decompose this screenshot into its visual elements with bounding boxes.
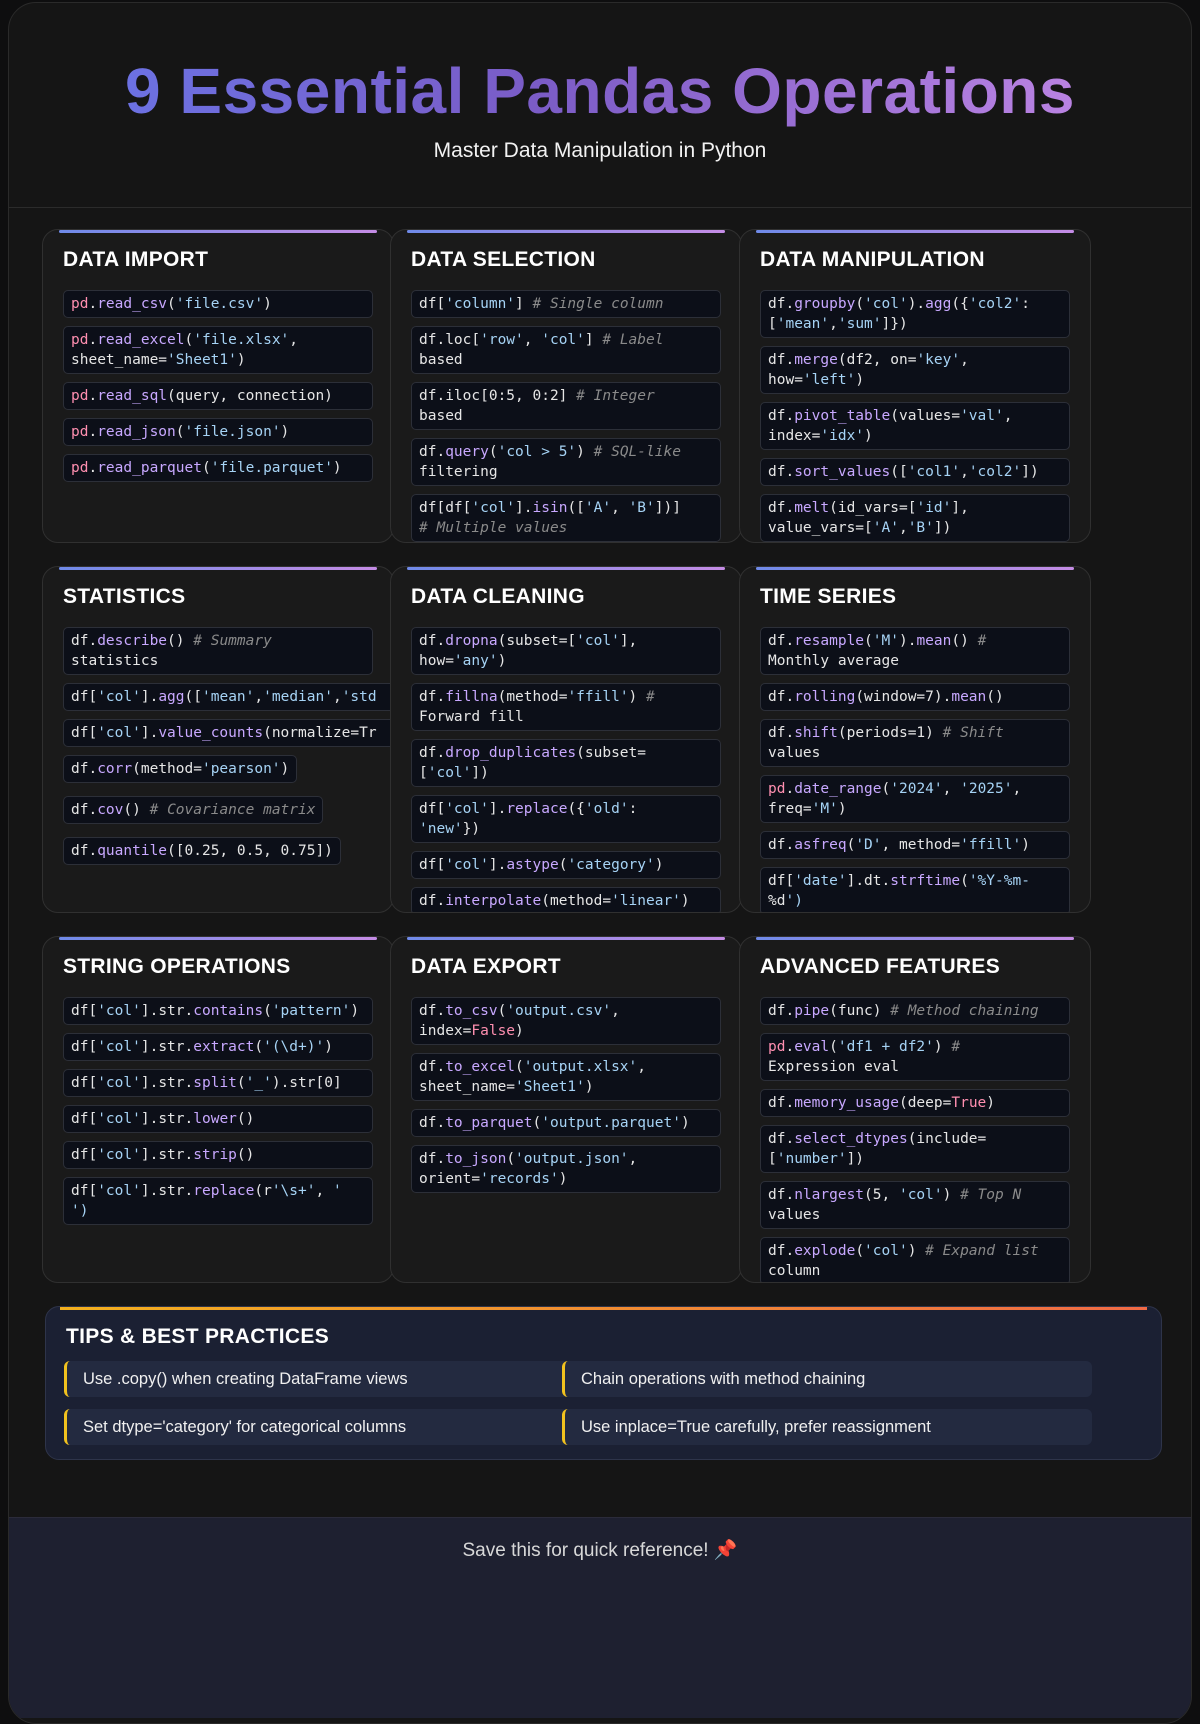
tip-item: Chain operations with method chaining: [562, 1361, 1092, 1397]
code-snippet: df.explode('col') # Expand list column: [760, 1237, 1070, 1282]
code-snippet: df.corr(method='pearson'): [63, 755, 298, 783]
code-snippet: df['col'].str.lower(): [63, 1105, 373, 1133]
code-snippet: df.to_json('output.json', orient='record…: [411, 1145, 721, 1193]
code-snippet: df.dropna(subset=['col'], how='any'): [411, 627, 721, 675]
code-snippet: df.to_excel('output.xlsx', sheet_name='S…: [411, 1053, 721, 1101]
code-snippet: pd.read_json('file.json'): [63, 418, 373, 446]
code-snippet: df.describe() # Summary statistics: [63, 627, 373, 675]
code-snippet: df.rolling(window=7).mean(): [760, 683, 1070, 711]
snippet-list: df.pipe(func) # Method chaining pd.eval(…: [760, 997, 1070, 1282]
card-advanced-features: ADVANCED FEATURES df.pipe(func) # Method…: [739, 936, 1091, 1283]
footer-line: Save this for quick reference! 📌: [9, 1538, 1191, 1562]
code-snippet: pd.read_csv('file.csv'): [63, 290, 373, 318]
code-snippet: df['date'].dt.strftime('%Y-%m- %d'): [760, 867, 1070, 912]
page-frame: 9 Essential Pandas Operations Master Dat…: [8, 2, 1192, 1724]
code-snippet: pd.eval('df1 + df2') # Expression eval: [760, 1033, 1070, 1081]
pushpin-icon: 📌: [713, 1540, 738, 1561]
code-snippet: df['col'].value_counts(normalize=Tr: [63, 719, 393, 747]
page-footer: Save this for quick reference! 📌: [9, 1517, 1191, 1718]
card-data-selection: DATA SELECTION df['column'] # Single col…: [390, 229, 742, 543]
card-data-manipulation: DATA MANIPULATION df.groupby('col').agg(…: [739, 229, 1091, 543]
snippet-list: df['column'] # Single column df.loc['row…: [411, 290, 721, 542]
code-snippet: df.quantile([0.25, 0.5, 0.75]): [63, 837, 341, 865]
code-snippet: df.cov() # Covariance matrix: [63, 796, 324, 824]
code-snippet: df.fillna(method='ffill') # Forward fill: [411, 683, 721, 731]
code-snippet: df.query('col > 5') # SQL-like filtering: [411, 438, 721, 486]
code-snippet: df['col'].str.replace(r'\s+', ' '): [63, 1177, 373, 1225]
card-title: ADVANCED FEATURES: [760, 955, 1000, 978]
card-title: DATA IMPORT: [63, 248, 209, 271]
page-header: 9 Essential Pandas Operations Master Dat…: [9, 3, 1191, 208]
code-snippet: df.interpolate(method='linear'): [411, 887, 721, 912]
card-title: STATISTICS: [63, 585, 186, 608]
code-snippet: df['col'].str.extract('(\d+)'): [63, 1033, 373, 1061]
code-snippet: df.sort_values(['col1','col2']): [760, 458, 1070, 486]
code-snippet: df.nlargest(5, 'col') # Top N values: [760, 1181, 1070, 1229]
code-snippet: pd.date_range('2024', '2025', freq='M'): [760, 775, 1070, 823]
card-data-import: DATA IMPORT pd.read_csv('file.csv') pd.r…: [42, 229, 394, 543]
card-string-operations: STRING OPERATIONS df['col'].str.contains…: [42, 936, 394, 1283]
card-title: DATA SELECTION: [411, 248, 596, 271]
code-snippet: df['col'].replace({'old': 'new'}): [411, 795, 721, 843]
code-snippet: df.iloc[0:5, 0:2] # Integer based: [411, 382, 721, 430]
code-snippet: df.groupby('col').agg({'col2': ['mean','…: [760, 290, 1070, 338]
code-snippet: df['column'] # Single column: [411, 290, 721, 318]
card-title: DATA CLEANING: [411, 585, 585, 608]
tip-item: Use .copy() when creating DataFrame view…: [64, 1361, 594, 1397]
code-snippet: df.melt(id_vars=['id'], value_vars=['A',…: [760, 494, 1070, 542]
code-snippet: df.to_csv('output.csv', index=False): [411, 997, 721, 1045]
code-snippet: df.resample('M').mean() # Monthly averag…: [760, 627, 1070, 675]
code-snippet: pd.read_excel('file.xlsx', sheet_name='S…: [63, 326, 373, 374]
tips-panel: TIPS & BEST PRACTICES Use .copy() when c…: [45, 1306, 1162, 1460]
tip-item: Set dtype='category' for categorical col…: [64, 1409, 594, 1445]
code-snippet: df['col'].astype('category'): [411, 851, 721, 879]
code-snippet: pd.read_parquet('file.parquet'): [63, 454, 373, 482]
code-snippet: df['col'].agg(['mean','median','std: [63, 683, 393, 711]
tip-item: Use inplace=True carefully, prefer reass…: [562, 1409, 1092, 1445]
card-title: STRING OPERATIONS: [63, 955, 291, 978]
code-snippet: df.pipe(func) # Method chaining: [760, 997, 1070, 1025]
code-snippet: df.select_dtypes(include= ['number']): [760, 1125, 1070, 1173]
code-snippet: df['col'].str.strip(): [63, 1141, 373, 1169]
card-data-cleaning: DATA CLEANING df.dropna(subset=['col'], …: [390, 566, 742, 913]
tips-title: TIPS & BEST PRACTICES: [66, 1325, 329, 1348]
snippet-list: df.dropna(subset=['col'], how='any') df.…: [411, 627, 721, 912]
card-time-series: TIME SERIES df.resample('M').mean() # Mo…: [739, 566, 1091, 913]
page-subtitle: Master Data Manipulation in Python: [433, 139, 767, 162]
code-snippet: df.merge(df2, on='key', how='left'): [760, 346, 1070, 394]
snippet-list: df['col'].str.contains('pattern') df['co…: [63, 997, 373, 1225]
code-snippet: df.asfreq('D', method='ffill'): [760, 831, 1070, 859]
footer-text: Save this for quick reference!: [462, 1540, 709, 1561]
code-snippet: pd.read_sql(query, connection): [63, 382, 373, 410]
snippet-list: df.resample('M').mean() # Monthly averag…: [760, 627, 1070, 912]
code-snippet: df.loc['row', 'col'] # Label based: [411, 326, 721, 374]
code-snippet: df.pivot_table(values='val', index='idx'…: [760, 402, 1070, 450]
code-snippet: df[df['col'].isin(['A', 'B'])] # Multipl…: [411, 494, 721, 542]
code-snippet: df.drop_duplicates(subset= ['col']): [411, 739, 721, 787]
snippet-list: df.describe() # Summary statistics df['c…: [63, 627, 393, 878]
card-title: DATA EXPORT: [411, 955, 561, 978]
code-snippet: df.shift(periods=1) # Shift values: [760, 719, 1070, 767]
code-snippet: df['col'].str.contains('pattern'): [63, 997, 373, 1025]
card-title: TIME SERIES: [760, 585, 897, 608]
page-title: 9 Essential Pandas Operations: [9, 3, 1191, 129]
card-data-export: DATA EXPORT df.to_csv('output.csv', inde…: [390, 936, 742, 1283]
card-title: DATA MANIPULATION: [760, 248, 985, 271]
snippet-list: df.to_csv('output.csv', index=False) df.…: [411, 997, 721, 1193]
snippet-list: pd.read_csv('file.csv') pd.read_excel('f…: [63, 290, 373, 482]
code-snippet: df.memory_usage(deep=True): [760, 1089, 1070, 1117]
card-statistics: STATISTICS df.describe() # Summary stati…: [42, 566, 394, 913]
code-snippet: df.to_parquet('output.parquet'): [411, 1109, 721, 1137]
code-snippet: df['col'].str.split('_').str[0]: [63, 1069, 373, 1097]
snippet-list: df.groupby('col').agg({'col2': ['mean','…: [760, 290, 1070, 542]
